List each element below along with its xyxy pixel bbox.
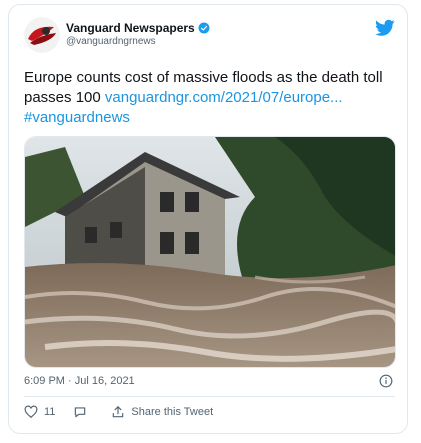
author-name[interactable]: Vanguard Newspapers bbox=[66, 21, 195, 35]
tweet-card[interactable]: Vanguard Newspapers @vanguardngrnews Eur… bbox=[8, 4, 408, 434]
heart-icon bbox=[24, 405, 38, 419]
tweet-timestamp[interactable]: 6:09 PM · Jul 16, 2021 bbox=[24, 375, 135, 387]
reply-bubble-icon bbox=[75, 407, 86, 418]
divider bbox=[24, 396, 395, 397]
share-label: Share this Tweet bbox=[131, 406, 214, 418]
tweet-photo[interactable] bbox=[24, 136, 396, 368]
verified-badge-icon bbox=[198, 22, 210, 34]
tweet-actions: 11 Share this Tweet bbox=[24, 405, 231, 419]
like-button[interactable]: 11 bbox=[24, 405, 55, 419]
twitter-bird-icon[interactable] bbox=[375, 19, 395, 37]
info-icon[interactable] bbox=[379, 374, 393, 388]
share-icon bbox=[113, 406, 124, 418]
tweet-header: Vanguard Newspapers @vanguardngrnews bbox=[24, 17, 210, 53]
article-link[interactable]: vanguardngr.com/2021/07/europe... bbox=[105, 89, 343, 106]
reply-button[interactable] bbox=[73, 405, 93, 419]
like-count: 11 bbox=[44, 406, 56, 418]
share-button[interactable]: Share this Tweet bbox=[111, 405, 213, 419]
author-handle[interactable]: @vanguardngrnews bbox=[66, 35, 210, 49]
tweet-text: Europe counts cost of massive floods as … bbox=[24, 68, 400, 128]
avatar[interactable] bbox=[24, 17, 60, 53]
hashtag-link[interactable]: #vanguardnews bbox=[24, 109, 130, 126]
